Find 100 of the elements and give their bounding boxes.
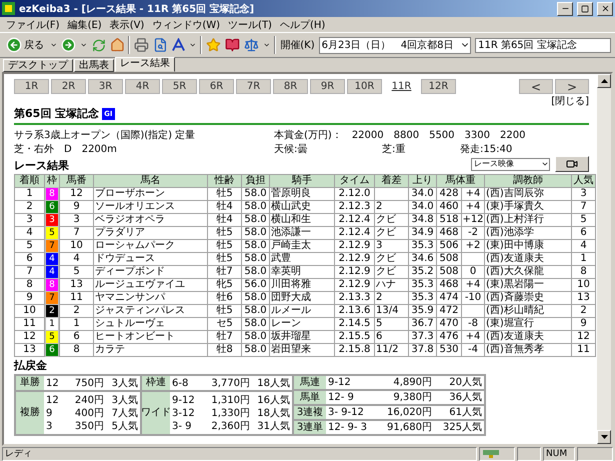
menu-item[interactable]: ファイル(F) [2,18,64,32]
course-info: 芝・右外 D 2200m [14,143,118,156]
nav-button[interactable]: < [519,79,553,94]
table-cell: 58.0 [242,304,270,318]
table-cell: (西)杉山晴紀 [484,304,572,318]
race-button[interactable]: 2R [51,79,86,94]
table-cell-text: 470 [438,318,460,330]
column-header: 人気 [572,174,596,188]
printer-icon[interactable] [134,37,150,53]
forward-icon[interactable] [61,37,76,53]
caret-icon[interactable] [262,41,270,49]
caret-icon[interactable] [80,41,88,49]
payout-amount: 750円 [74,376,104,390]
table-cell: 岩田望来 [270,344,334,356]
table-cell: 牡4 [208,200,242,214]
video-dropdown[interactable]: レース映像 [471,158,550,170]
table-cell-text: 468 [438,227,460,239]
table-cell: 2 [374,292,408,304]
maximize-button[interactable] [577,2,593,16]
menu-item[interactable]: 編集(E) [64,18,106,32]
race-button[interactable]: 6R [199,79,234,94]
menu-item[interactable]: ヘルプ(H) [276,18,330,32]
race-button[interactable]: 4R [125,79,160,94]
payout-amount: 4,890円 [392,376,432,389]
scroll-up-button[interactable] [597,74,611,88]
table-cell: 34.6 [408,252,436,266]
popularity: 16人気 [256,394,290,406]
table-cell: クビ [374,214,408,226]
nav-button[interactable]: > [555,79,589,94]
table-cell: 58.0 [242,318,270,330]
star-icon[interactable] [206,37,222,53]
table-cell: +4 [461,188,484,200]
menu-item[interactable]: 表示(V) [106,18,148,32]
caret-icon[interactable] [189,41,196,49]
table-cell-text: 518 [438,214,460,226]
race-field[interactable]: 11R 第65回 宝塚記念 [475,38,611,52]
bet-type: 枠連 [142,376,170,390]
book-icon[interactable] [225,37,240,53]
race-button[interactable]: 8R [273,79,308,94]
scale-icon[interactable] [244,37,259,53]
race-button[interactable]: 3R [88,79,123,94]
home-icon[interactable] [110,37,124,53]
combination: 12 [46,376,60,390]
table-cell: レーン [270,318,334,330]
scrollbar[interactable] [597,74,611,444]
scroll-down-button[interactable] [597,430,611,444]
table-cell: 35.3 [408,240,436,252]
table-cell-text: 460 [438,201,460,213]
table-cell: 幸英明 [270,266,334,278]
popularity: 5人気 [110,420,138,432]
column-header: 負担 [242,174,270,188]
table-cell: 2.13.6 [334,304,374,318]
window-title: ezKeiba3 - [レース結果 - 11R 第65回 宝塚記念] [19,2,256,16]
back-button[interactable]: 戻る [4,37,46,53]
race-button[interactable]: 12R [421,79,456,94]
table-cell: +4 [461,201,484,213]
status-pane [517,446,541,460]
race-button[interactable]: 5R [162,79,197,94]
table-cell: 牡5 [208,252,242,266]
menu-item[interactable]: ツール(T) [224,18,276,32]
tab[interactable]: 出馬表 [74,59,114,72]
race-button[interactable]: 1R [14,79,49,94]
table-cell: 2.12.9 [334,252,374,266]
race-button[interactable]: 9R [310,79,345,94]
close-button[interactable] [597,2,613,16]
minimize-button[interactable] [557,2,573,16]
preview-icon[interactable] [153,37,168,53]
table-cell: 58.0 [242,214,270,226]
table-cell: 5 [572,214,596,226]
tab[interactable]: デスクトップ [3,59,73,72]
start-time: 発走:15:40 [460,143,512,156]
popularity: 20人気 [448,376,482,389]
table-cell: 団野大成 [270,292,334,304]
race-button[interactable]: 11R [384,79,419,94]
table-cell: 菅原明良 [270,188,334,200]
table-cell: 10 [572,278,596,292]
race-button[interactable]: 10R [347,79,382,94]
table-cell: 牝5 [208,278,242,292]
table-cell: セ5 [208,318,242,330]
table-cell: 34.0 [408,200,436,214]
bet-type: 3連複 [294,406,326,419]
table-cell-text: 468 [438,279,460,291]
meeting-dropdown[interactable]: 6月23日（日） 4回京都8日 [318,36,472,54]
table-cell: 56.0 [242,278,270,292]
table-cell: 2.12.9 [334,278,374,292]
menu-item[interactable]: ウィンドウ(W) [148,18,224,32]
table-cell: 4 [572,240,596,252]
race-button[interactable]: 7R [236,79,271,94]
column-header: 性齢 [208,174,242,188]
table-cell: +12 [461,214,484,226]
table-cell: ルメール [270,304,334,318]
caret-icon[interactable] [50,41,58,49]
tab[interactable]: レース結果 [115,57,175,72]
video-button[interactable] [555,156,589,172]
prize-value: 22000 [352,129,384,142]
table-cell: 2.12.4 [334,226,374,240]
close-link[interactable]: [閉じる] [551,96,589,108]
table-cell: 58.0 [242,266,270,278]
table-cell: 3 [60,214,94,226]
font-icon[interactable] [172,38,186,52]
